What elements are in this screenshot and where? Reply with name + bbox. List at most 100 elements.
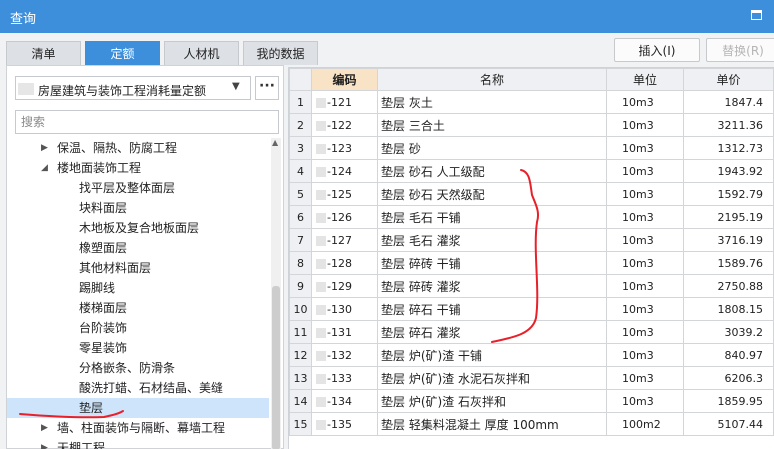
- code-text: -135: [327, 417, 352, 431]
- chevron-down-icon[interactable]: ▼: [232, 81, 246, 95]
- table-row[interactable]: 5 -125 垫层 砂石 天然级配 10m3 1592.79: [289, 182, 774, 206]
- name-header[interactable]: 名称: [377, 68, 607, 91]
- tree-item-label: 台阶装饰: [79, 321, 128, 335]
- expand-triangle-icon[interactable]: ▶: [41, 438, 48, 449]
- unit-header[interactable]: 单位: [606, 68, 684, 91]
- table-row[interactable]: 12 -132 垫层 炉(矿)渣 干铺 10m3 840.97: [289, 343, 774, 367]
- table-row[interactable]: 8 -128 垫层 碎砖 干铺 10m3 1589.76: [289, 251, 774, 275]
- redacted-mark: [316, 97, 326, 108]
- table-row[interactable]: 10 -130 垫层 碎石 干铺 10m3 1808.15: [289, 297, 774, 321]
- collapse-triangle-icon[interactable]: ◢: [41, 158, 48, 178]
- tab-labor-material[interactable]: 人材机: [164, 41, 239, 65]
- tree-item[interactable]: 其他材料面层: [7, 258, 269, 278]
- unit-cell: 10m3: [606, 274, 684, 298]
- scroll-up-icon[interactable]: ▲: [272, 138, 278, 147]
- table-row[interactable]: 14 -134 垫层 炉(矿)渣 石灰拌和 10m3 1859.95: [289, 389, 774, 413]
- row-number-cell: 1: [289, 90, 312, 114]
- code-header[interactable]: 编码: [311, 68, 378, 91]
- tree-item[interactable]: 酸洗打蜡、石材结晶、美缝: [7, 378, 269, 398]
- code-cell: -127: [311, 228, 378, 252]
- tree-item[interactable]: 块料面层: [7, 198, 269, 218]
- tab-quota[interactable]: 定额: [85, 41, 160, 65]
- expand-triangle-icon[interactable]: ▶: [41, 418, 48, 438]
- row-number-cell: 5: [289, 182, 312, 206]
- name-cell: 垫层 碎砖 灌浆: [377, 274, 607, 298]
- table-row[interactable]: 13 -133 垫层 炉(矿)渣 水泥石灰拌和 10m3 6206.3: [289, 366, 774, 390]
- row-number-cell: 9: [289, 274, 312, 298]
- table-row[interactable]: 6 -126 垫层 毛石 干铺 10m3 2195.19: [289, 205, 774, 229]
- insert-button[interactable]: 插入(I): [614, 38, 700, 62]
- unit-cell: 10m3: [606, 320, 684, 344]
- unit-cell: 10m3: [606, 297, 684, 321]
- row-number-header: [289, 68, 312, 91]
- tree-item[interactable]: 分格嵌条、防滑条: [7, 358, 269, 378]
- tree-item[interactable]: 垫层: [7, 398, 269, 418]
- price-header[interactable]: 单价: [683, 68, 774, 91]
- price-cell: 3716.19: [683, 228, 774, 252]
- tree-item-label: 木地板及复合地板面层: [79, 221, 200, 235]
- tree-item[interactable]: 踢脚线: [7, 278, 269, 298]
- name-cell: 垫层 三合土: [377, 113, 607, 137]
- row-number-cell: 14: [289, 389, 312, 413]
- price-cell: 2195.19: [683, 205, 774, 229]
- tree-item[interactable]: 台阶装饰: [7, 318, 269, 338]
- tree-item[interactable]: 橡塑面层: [7, 238, 269, 258]
- redacted-mark: [316, 304, 326, 315]
- table-row[interactable]: 11 -131 垫层 碎石 灌浆 10m3 3039.2: [289, 320, 774, 344]
- expand-triangle-icon[interactable]: ▶: [41, 138, 48, 158]
- tree-item[interactable]: 零星装饰: [7, 338, 269, 358]
- code-cell: -129: [311, 274, 378, 298]
- tree-item-label: 酸洗打蜡、石材结晶、美缝: [79, 381, 224, 395]
- code-cell: -121: [311, 90, 378, 114]
- code-text: -129: [327, 279, 352, 293]
- redacted-mark: [316, 396, 326, 407]
- library-selected-value: 房屋建筑与装饰工程消耗量定额: [38, 84, 207, 98]
- name-cell: 垫层 砂石 人工级配: [377, 159, 607, 183]
- tree-item[interactable]: ▶ 墙、柱面装饰与隔断、幕墙工程: [7, 418, 269, 438]
- tree-item[interactable]: ▶ 保温、隔热、防腐工程: [7, 138, 269, 158]
- table-row[interactable]: 3 -123 垫层 砂 10m3 1312.73: [289, 136, 774, 160]
- search-input[interactable]: [16, 111, 278, 133]
- unit-cell: 10m3: [606, 251, 684, 275]
- code-cell: -125: [311, 182, 378, 206]
- row-number-cell: 10: [289, 297, 312, 321]
- scrollbar-thumb[interactable]: [272, 286, 280, 449]
- code-text: -127: [327, 233, 352, 247]
- name-cell: 垫层 炉(矿)渣 水泥石灰拌和: [377, 366, 607, 390]
- row-number-cell: 12: [289, 343, 312, 367]
- library-more-button[interactable]: ···: [255, 76, 279, 100]
- tree-scrollbar[interactable]: ▲: [271, 138, 281, 449]
- tree-item-label: 踢脚线: [79, 281, 116, 295]
- maximize-icon[interactable]: [751, 10, 762, 20]
- table-row[interactable]: 1 -121 垫层 灰土 10m3 1847.4: [289, 90, 774, 114]
- tree-item-label: 垫层: [79, 401, 104, 415]
- name-cell: 垫层 轻集料混凝土 厚度 100mm: [377, 412, 607, 436]
- table-row[interactable]: 15 -135 垫层 轻集料混凝土 厚度 100mm 100m2 5107.44: [289, 412, 774, 436]
- replace-button[interactable]: 替换(R): [706, 38, 774, 62]
- tree-item[interactable]: 木地板及复合地板面层: [7, 218, 269, 238]
- price-cell: 1592.79: [683, 182, 774, 206]
- library-select[interactable]: 房屋建筑与装饰工程消耗量定额 ▼: [15, 76, 251, 100]
- tree-item[interactable]: ◢ 楼地面装饰工程: [7, 158, 269, 178]
- redacted-mark: [316, 143, 326, 154]
- redacted-mark: [316, 327, 326, 338]
- redacted-mark: [316, 189, 326, 200]
- tab-my-data[interactable]: 我的数据: [243, 41, 318, 65]
- redacted-mark: [18, 83, 34, 95]
- tree-item[interactable]: 找平层及整体面层: [7, 178, 269, 198]
- table-row[interactable]: 9 -129 垫层 碎砖 灌浆 10m3 2750.88: [289, 274, 774, 298]
- tree-item-label: 零星装饰: [79, 341, 128, 355]
- table-row[interactable]: 4 -124 垫层 砂石 人工级配 10m3 1943.92: [289, 159, 774, 183]
- table-row[interactable]: 2 -122 垫层 三合土 10m3 3211.36: [289, 113, 774, 137]
- code-text: -122: [327, 118, 352, 132]
- tree-item-label: 保温、隔热、防腐工程: [57, 141, 178, 155]
- quota-table-body: 1 -121 垫层 灰土 10m3 1847.4 2 -122 垫层 三合土 10m3 3211.…: [289, 90, 774, 436]
- search-box[interactable]: [15, 110, 279, 134]
- price-cell: 1808.15: [683, 297, 774, 321]
- tab-bill[interactable]: 清单: [6, 41, 81, 65]
- unit-cell: 10m3: [606, 136, 684, 160]
- code-cell: -122: [311, 113, 378, 137]
- tree-item[interactable]: ▶ 天棚工程: [7, 438, 269, 449]
- table-row[interactable]: 7 -127 垫层 毛石 灌浆 10m3 3716.19: [289, 228, 774, 252]
- tree-item[interactable]: 楼梯面层: [7, 298, 269, 318]
